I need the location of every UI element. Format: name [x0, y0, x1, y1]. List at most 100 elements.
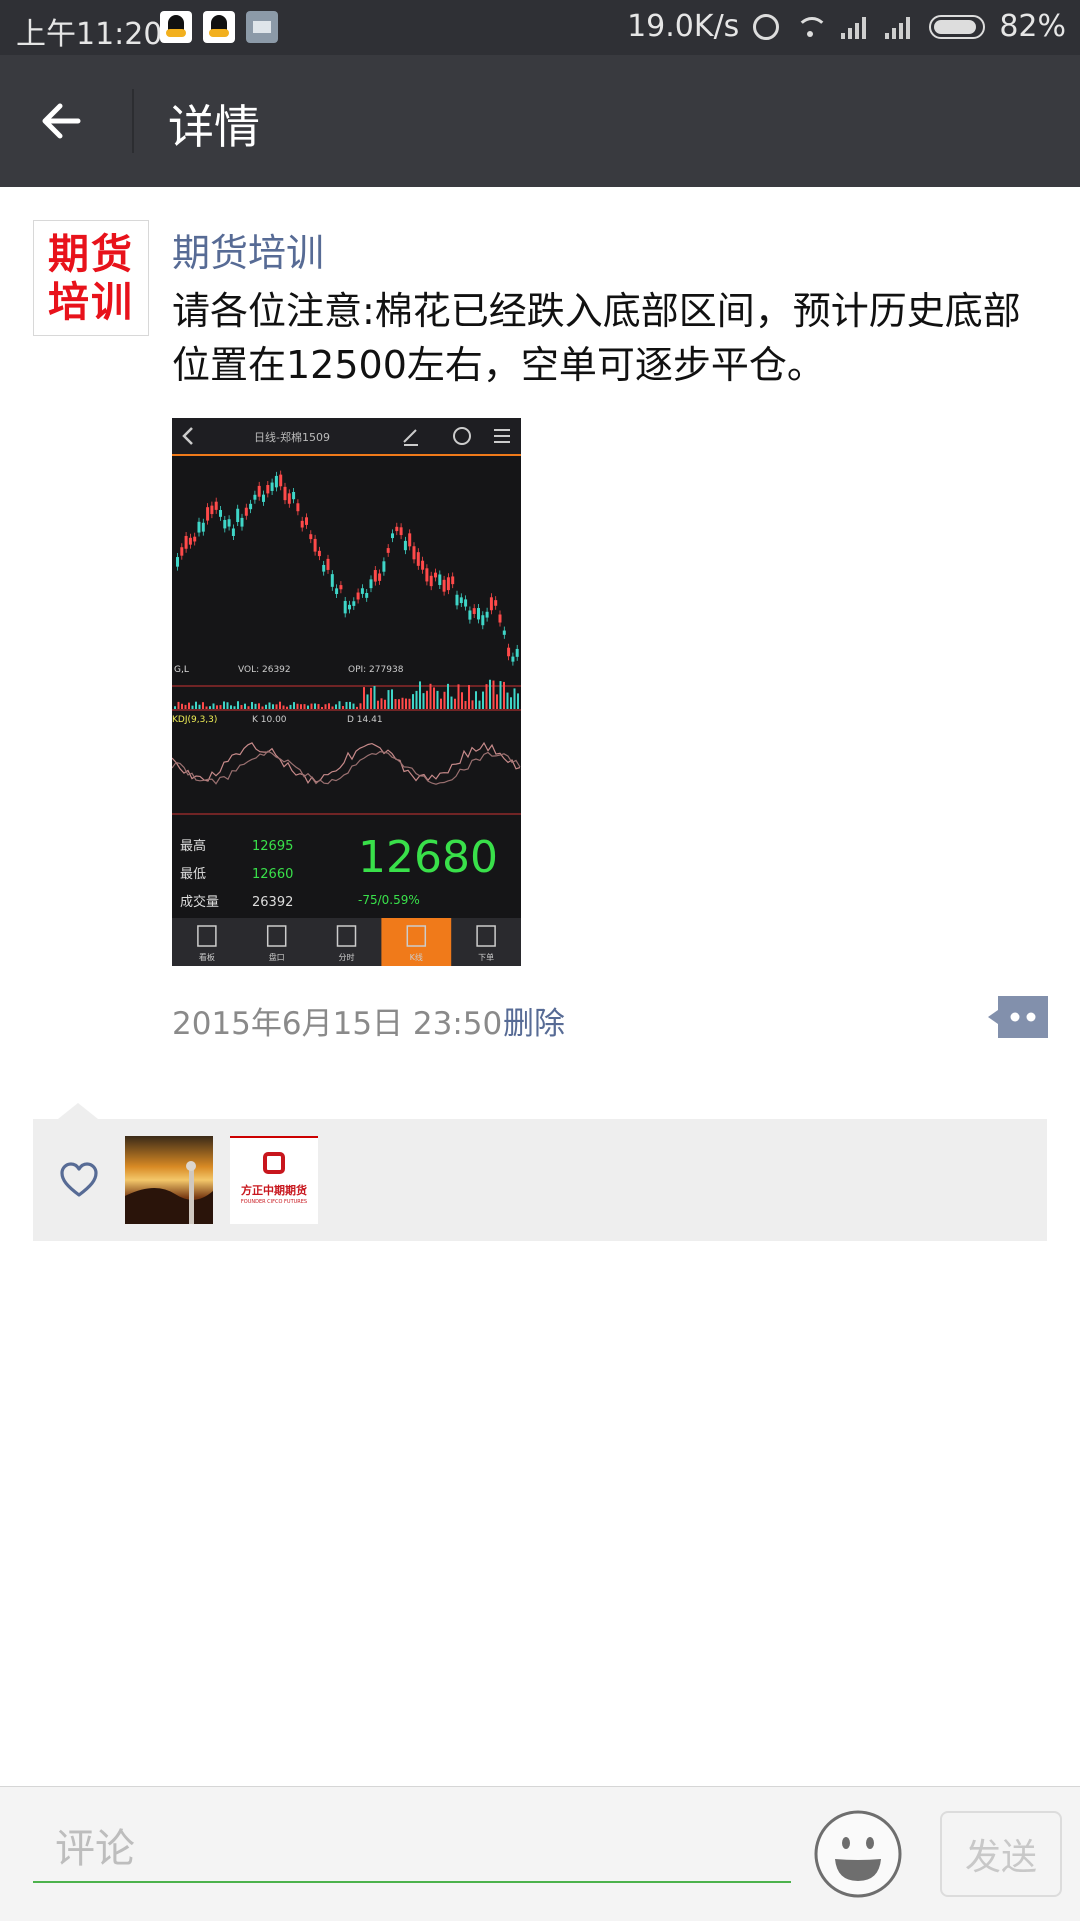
volume-bar: [174, 706, 176, 709]
candle-body: [236, 508, 240, 523]
volume-bar: [450, 696, 453, 709]
volume-bar: [251, 702, 253, 709]
volume-bar: [233, 706, 236, 709]
candle-body: [468, 610, 472, 620]
volume-bar: [464, 700, 467, 709]
volume-bar: [422, 693, 425, 709]
liker-avatar-founder[interactable]: 方正中期期货 FOUNDER CIFCO FUTURES: [230, 1136, 318, 1224]
candle-body: [511, 656, 515, 662]
volume-bar: [223, 701, 225, 709]
stat-high-label: 最高: [180, 838, 206, 854]
candle-body: [421, 560, 425, 570]
candle-body: [489, 597, 493, 611]
volume-bar: [349, 701, 351, 709]
candle-body: [322, 564, 326, 572]
volume-bar: [461, 692, 463, 709]
candle-body: [231, 528, 235, 536]
candle-body: [352, 601, 356, 606]
candle-body: [348, 604, 351, 610]
candle-body: [386, 548, 390, 553]
candle-body: [305, 517, 308, 525]
volume-bar: [247, 706, 250, 709]
volume-bar: [433, 687, 435, 709]
volume-bar: [429, 683, 432, 709]
candle-body: [219, 510, 222, 517]
volume-bar: [366, 694, 369, 709]
status-bar: 上午11:20 19.0K/s 82%: [0, 0, 1080, 55]
comment-toggle-button[interactable]: [988, 996, 1048, 1038]
volume-bar: [237, 701, 239, 709]
qq-icon: [203, 11, 235, 43]
volume-bar: [457, 684, 460, 709]
volume-bar: [485, 684, 488, 709]
candle-body: [399, 527, 403, 536]
send-button[interactable]: 发送: [940, 1811, 1062, 1897]
candle-body: [339, 585, 343, 590]
opi-label: OPI: 277938: [348, 665, 404, 675]
candle-body: [249, 503, 253, 510]
heart-icon: [59, 1161, 99, 1199]
candle-body: [197, 521, 201, 533]
candle-body: [300, 520, 304, 528]
status-time: 上午11:20: [16, 17, 163, 52]
candle-body: [244, 507, 248, 516]
volume-bar: [307, 705, 309, 709]
volume-bar: [443, 691, 446, 709]
volume-bar: [489, 679, 491, 709]
volume-bar: [321, 706, 323, 709]
volume-bar: [384, 699, 386, 709]
candle-body: [214, 501, 218, 510]
candle-body: [335, 588, 339, 595]
volume-bar: [352, 703, 355, 709]
candle-body: [279, 474, 283, 487]
volume-bar: [391, 689, 393, 709]
volume-bar: [244, 703, 246, 709]
candle-body: [360, 588, 364, 594]
volume-bar: [293, 702, 295, 709]
candlestick-chart: [176, 470, 519, 666]
founder-name: 方正中期期货: [241, 1184, 307, 1197]
author-name[interactable]: 期货培训: [172, 222, 324, 277]
emoji-button[interactable]: [813, 1809, 903, 1899]
delete-link[interactable]: 删除: [503, 998, 565, 1043]
candle-body: [498, 614, 502, 623]
comment-input[interactable]: [33, 1817, 791, 1883]
candle-body: [395, 526, 399, 532]
candle-body: [434, 572, 437, 578]
volume-bar: [412, 694, 414, 709]
tab-label: 盘口: [269, 952, 285, 962]
volume-bar: [254, 703, 257, 709]
candle-body: [451, 576, 455, 585]
volume-bar: [478, 700, 481, 709]
back-button[interactable]: [30, 85, 102, 157]
likes-section: 方正中期期货 FOUNDER CIFCO FUTURES: [33, 1119, 1047, 1241]
signal-icon: [841, 15, 871, 39]
comment-dots-icon: [988, 996, 1048, 1038]
page-title: 详情: [168, 100, 260, 154]
candle-body: [373, 570, 377, 582]
tab-label: K线: [410, 952, 423, 962]
volume-bar: [454, 698, 456, 709]
candle-body: [481, 615, 485, 626]
volume-bar: [401, 697, 404, 709]
likes-pointer: [58, 1103, 98, 1119]
candle-body: [180, 547, 184, 556]
header-divider: [132, 89, 134, 153]
volume-bar: [310, 703, 313, 709]
volume-bar: [387, 690, 390, 709]
volume-bar: [282, 705, 285, 709]
volume-bar: [363, 687, 365, 709]
author-avatar[interactable]: 期货培训: [33, 220, 149, 336]
chart-tab: K线: [381, 918, 452, 966]
d-label: D 14.41: [347, 715, 383, 725]
post-image[interactable]: 日线-郑棉1509 G,L VOL: 26392 OPI: 277938 KDJ…: [172, 418, 521, 966]
stat-low-label: 最低: [180, 867, 206, 882]
tab-label: 分时: [339, 952, 355, 962]
candle-body: [188, 537, 192, 545]
volume-bar: [394, 699, 397, 709]
volume-bar: [405, 698, 407, 709]
volume-bar: [377, 700, 379, 709]
liker-avatar-sunset[interactable]: [125, 1136, 213, 1224]
candle-body: [365, 592, 369, 598]
candle-body: [266, 485, 270, 494]
